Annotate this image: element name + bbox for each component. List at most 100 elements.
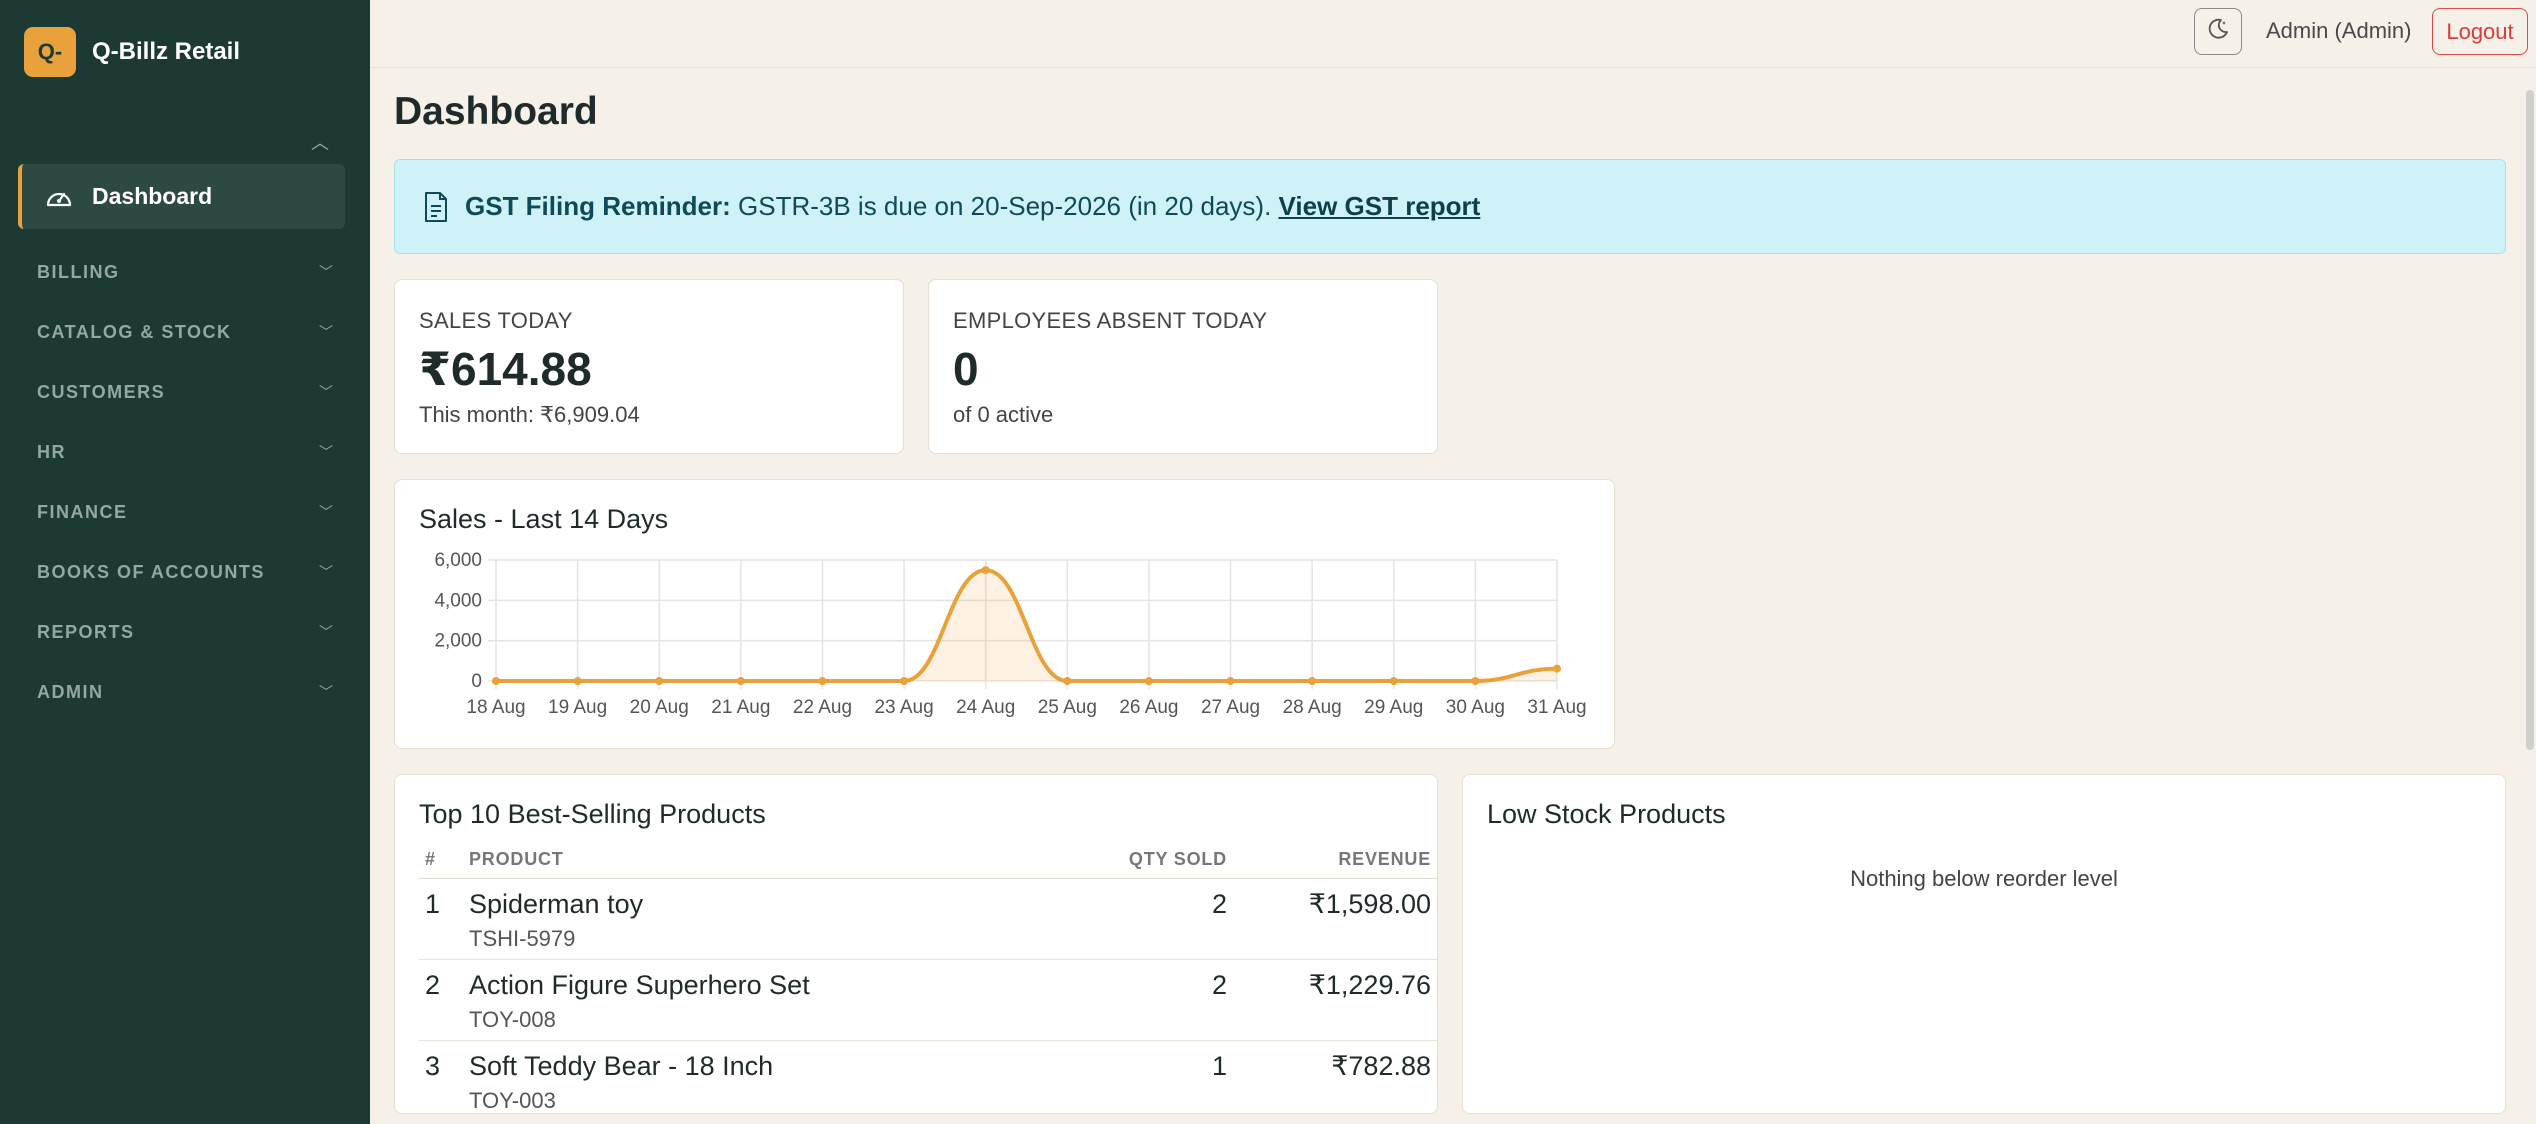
- stat-value: ₹614.88: [419, 343, 592, 395]
- data-point: [736, 677, 745, 685]
- x-tick-label: 25 Aug: [1038, 697, 1097, 718]
- row-product: Soft Teddy Bear - 18 Inch TOY-003: [469, 1041, 1087, 1113]
- x-tick-label: 29 Aug: [1364, 697, 1423, 718]
- sidebar: Q- Q-Billz Retail ︿ Dashboard BILLING ﹀ C…: [0, 0, 370, 1124]
- chevron-down-icon: ﹀: [319, 264, 333, 280]
- chevron-down-icon: ﹀: [319, 324, 333, 340]
- chevron-down-icon: ﹀: [319, 684, 333, 700]
- logout-button[interactable]: Logout: [2432, 8, 2528, 55]
- product-sku: TOY-008: [469, 1007, 556, 1032]
- chevron-up-icon[interactable]: ︿: [310, 133, 330, 153]
- document-icon: [421, 190, 451, 224]
- theme-toggle-button[interactable]: [2194, 8, 2242, 55]
- page-title: Dashboard: [394, 90, 598, 133]
- row-revenue: ₹1,229.76: [1308, 970, 1431, 1000]
- header-product: PRODUCT: [469, 849, 564, 869]
- page-scrollbar[interactable]: [2526, 90, 2534, 750]
- x-tick-label: 27 Aug: [1201, 697, 1260, 718]
- row-revenue: ₹1,598.00: [1308, 889, 1431, 919]
- sidebar-group-label: BOOKS OF ACCOUNTS: [37, 561, 265, 582]
- moon-icon: [2206, 17, 2230, 46]
- row-num: 3: [425, 1051, 441, 1081]
- sidebar-group-customers[interactable]: CUSTOMERS ﹀: [37, 372, 333, 412]
- brand-logo: Q-: [24, 27, 76, 77]
- product-sku: TOY-003: [469, 1088, 556, 1113]
- sidebar-group-admin[interactable]: ADMIN ﹀: [37, 672, 333, 712]
- chevron-down-icon: ﹀: [319, 564, 333, 580]
- topbar: Admin (Admin) Logout: [370, 0, 2536, 68]
- product-name: Action Figure Superhero Set: [469, 970, 810, 1000]
- alert-message: GSTR-3B is due on 20-Sep-2026 (in 20 day…: [730, 191, 1279, 221]
- sidebar-group-label: HR: [37, 441, 66, 462]
- sidebar-group-label: REPORTS: [37, 621, 135, 642]
- data-point: [1226, 677, 1235, 685]
- data-point: [1389, 677, 1398, 685]
- data-point: [1471, 677, 1480, 685]
- sales-today-card: SALES TODAY ₹614.88 This month: ₹6,909.0…: [394, 279, 904, 454]
- sidebar-group-label: BILLING: [37, 261, 120, 282]
- user-label[interactable]: Admin (Admin): [2266, 18, 2411, 44]
- x-tick-label: 22 Aug: [793, 697, 852, 718]
- stat-label: EMPLOYEES ABSENT TODAY: [953, 308, 1268, 333]
- sidebar-group-hr[interactable]: HR ﹀: [37, 432, 333, 472]
- y-tick-label: 4,000: [434, 590, 482, 611]
- data-point: [1144, 677, 1153, 685]
- data-point: [818, 677, 827, 685]
- alert-text: GST Filing Reminder: GSTR-3B is due on 2…: [465, 191, 1480, 222]
- row-num: 2: [425, 970, 441, 1000]
- stat-subtext: This month: ₹6,909.04: [419, 402, 640, 427]
- top-products-title: Top 10 Best-Selling Products: [419, 799, 766, 829]
- sales-line-chart: 0 2,000 4,000 6,000 18 Aug 19 Aug 20 Aug 21 Aug…: [434, 550, 1586, 718]
- brand-name: Q-Billz Retail: [92, 38, 241, 65]
- x-tick-label: 28 Aug: [1283, 697, 1342, 718]
- sidebar-group-reports[interactable]: REPORTS ﹀: [37, 612, 333, 652]
- chevron-down-icon: ﹀: [319, 504, 333, 520]
- data-point: [1063, 677, 1072, 685]
- stat-value: 0: [953, 343, 979, 395]
- x-tick-label: 20 Aug: [630, 697, 689, 718]
- stat-label: SALES TODAY: [419, 308, 573, 333]
- sales-chart-card: Sales - Last 14 Days 0 2,000 4,000 6,000 18 …: [394, 479, 1615, 749]
- x-tick-label: 23 Aug: [874, 697, 933, 718]
- top-products-table: # PRODUCT QTY SOLD REVENUE 1 Spiderman t…: [419, 841, 1437, 1113]
- sidebar-group-label: CATALOG & STOCK: [37, 321, 232, 342]
- x-tick-label: 31 Aug: [1527, 697, 1586, 718]
- dashboard-gauge-icon: [44, 182, 74, 212]
- view-gst-report-link[interactable]: View GST report: [1279, 191, 1481, 221]
- low-stock-card: Low Stock Products Nothing below reorder…: [1462, 774, 2506, 1114]
- sidebar-group-label: CUSTOMERS: [37, 381, 166, 402]
- table-row: 1 Spiderman toy TSHI-5979 2 ₹1,598.00: [419, 879, 1437, 960]
- x-tick-label: 19 Aug: [548, 697, 607, 718]
- x-tick-label: 24 Aug: [956, 697, 1015, 718]
- low-stock-title: Low Stock Products: [1487, 799, 1726, 829]
- sidebar-item-dashboard[interactable]: Dashboard: [18, 164, 345, 229]
- row-product: Spiderman toy TSHI-5979: [469, 879, 1087, 959]
- product-sku: TSHI-5979: [469, 926, 576, 951]
- row-product: Action Figure Superhero Set TOY-008: [469, 960, 1087, 1040]
- data-point: [1553, 664, 1561, 673]
- gst-reminder-alert: GST Filing Reminder: GSTR-3B is due on 2…: [394, 159, 2506, 254]
- brand[interactable]: Q- Q-Billz Retail: [24, 27, 240, 77]
- table-row: 3 Soft Teddy Bear - 18 Inch TOY-003 1 ₹78…: [419, 1041, 1437, 1113]
- data-point: [573, 677, 582, 685]
- header-qty: QTY SOLD: [1128, 849, 1227, 869]
- row-qty: 1: [1211, 1051, 1227, 1081]
- sidebar-group-billing[interactable]: BILLING ﹀: [37, 252, 333, 292]
- product-name: Soft Teddy Bear - 18 Inch: [469, 1051, 774, 1081]
- sidebar-item-label: Dashboard: [92, 183, 213, 209]
- chevron-down-icon: ﹀: [319, 444, 333, 460]
- sidebar-group-label: FINANCE: [37, 501, 128, 522]
- sidebar-group-catalog-stock[interactable]: CATALOG & STOCK ﹀: [37, 312, 333, 352]
- row-qty: 2: [1211, 889, 1227, 919]
- sidebar-group-finance[interactable]: FINANCE ﹀: [37, 492, 333, 532]
- sidebar-group-label: ADMIN: [37, 681, 104, 702]
- data-point: [900, 677, 909, 685]
- y-tick-label: 2,000: [434, 631, 482, 652]
- chevron-down-icon: ﹀: [319, 624, 333, 640]
- low-stock-empty-message: Nothing below reorder level: [1850, 866, 2118, 891]
- y-tick-label: 6,000: [434, 550, 482, 571]
- x-tick-label: 30 Aug: [1446, 697, 1505, 718]
- data-point: [1308, 677, 1317, 685]
- sidebar-group-books-of-accounts[interactable]: BOOKS OF ACCOUNTS ﹀: [37, 552, 333, 592]
- stat-subtext: of 0 active: [953, 402, 1054, 427]
